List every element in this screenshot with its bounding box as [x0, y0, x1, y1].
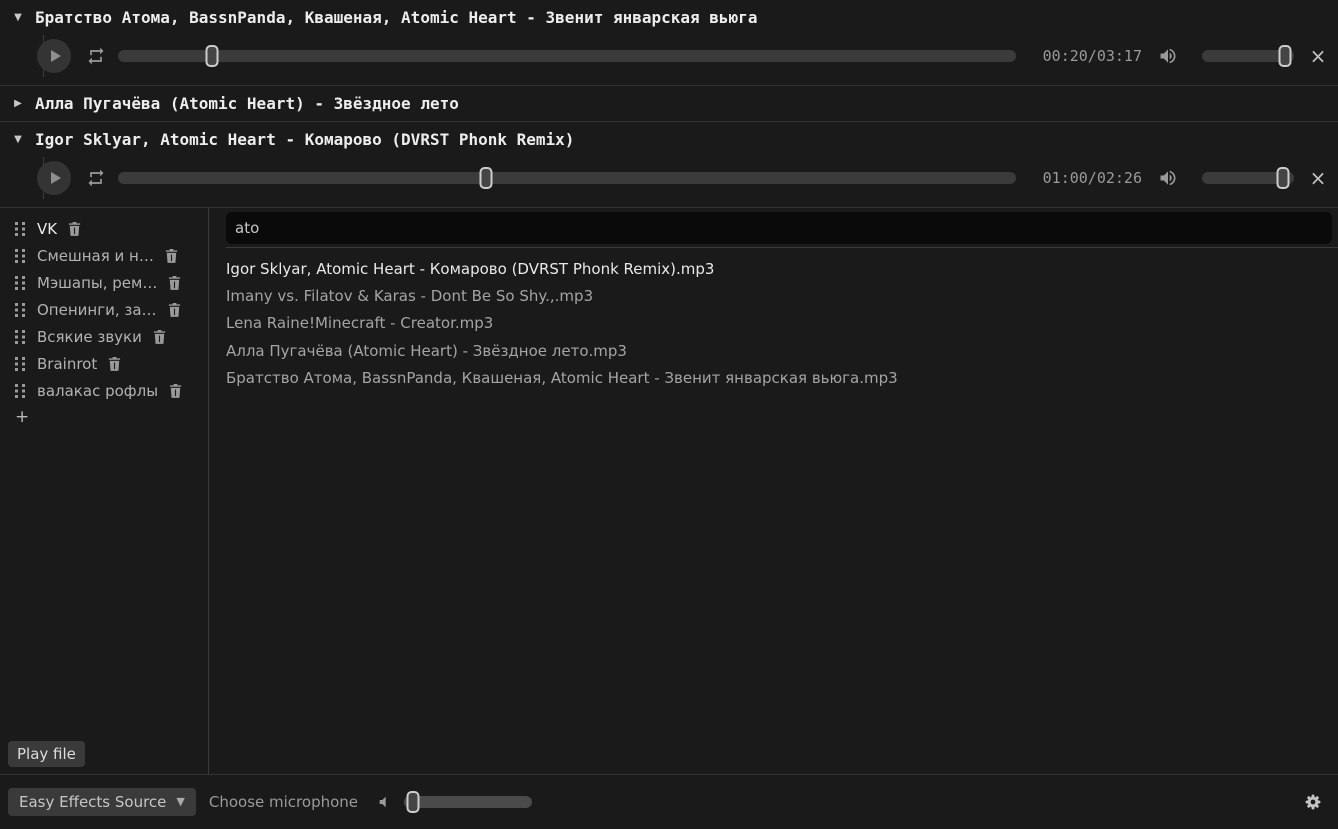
player-track-1: ▼ Братство Атома, BassnPanda, Квашеная, … [0, 0, 1338, 86]
trash-icon[interactable] [107, 356, 122, 372]
track-title: Igor Sklyar, Atomic Heart - Комарово (DV… [35, 130, 574, 149]
volume-icon[interactable] [1158, 168, 1178, 188]
track-header[interactable]: ▶ Алла Пугачёва (Atomic Heart) - Звёздно… [0, 86, 1338, 121]
speaker-muted-icon[interactable] [375, 794, 391, 810]
playlist-sidebar: VK Смешная и н… Мэшапы, рем… [0, 208, 209, 774]
sidebar-spacer [0, 430, 208, 741]
drag-handle-icon[interactable] [15, 222, 26, 236]
trash-icon[interactable] [167, 275, 182, 291]
file-item[interactable]: Igor Sklyar, Atomic Heart - Комарово (DV… [226, 255, 1332, 282]
sidebar-item-smeshnaya[interactable]: Смешная и н… [0, 242, 208, 269]
playlist-label: Мэшапы, рем… [37, 274, 157, 292]
play-icon [51, 50, 61, 62]
collapse-icon[interactable]: ▼ [10, 12, 26, 23]
playlist-label: Опенинги, за… [37, 301, 157, 319]
play-file-button[interactable]: Play file [8, 741, 85, 767]
playlist-label: Brainrot [37, 355, 97, 373]
volume-slider-handle[interactable] [1276, 167, 1289, 189]
drag-handle-icon[interactable] [15, 276, 26, 290]
mic-volume-handle[interactable] [406, 791, 419, 813]
gear-icon[interactable] [1304, 793, 1322, 811]
close-icon[interactable]: × [1307, 46, 1329, 66]
chevron-down-icon: ▼ [176, 795, 184, 808]
volume-slider-handle[interactable] [1278, 45, 1291, 67]
track-title: Братство Атома, BassnPanda, Квашеная, At… [35, 8, 757, 27]
player-controls: 01:00/02:26 × [0, 157, 1338, 199]
progress-slider-handle[interactable] [480, 167, 493, 189]
player-track-3: ▼ Igor Sklyar, Atomic Heart - Комарово (… [0, 122, 1338, 208]
bottom-bar: Easy Effects Source ▼ Choose microphone [0, 775, 1338, 828]
time-display: 00:20/03:17 [1028, 47, 1142, 65]
file-item[interactable]: Братство Атома, BassnPanda, Квашеная, At… [226, 365, 1332, 392]
close-icon[interactable]: × [1307, 168, 1329, 188]
time-display: 01:00/02:26 [1028, 169, 1142, 187]
collapse-icon[interactable]: ▼ [10, 134, 26, 145]
drag-handle-icon[interactable] [15, 330, 26, 344]
add-playlist-button[interactable]: + [0, 404, 208, 430]
drag-handle-icon[interactable] [15, 249, 26, 263]
track-header[interactable]: ▼ Igor Sklyar, Atomic Heart - Комарово (… [0, 122, 1338, 157]
volume-icon[interactable] [1158, 46, 1178, 66]
file-list: Igor Sklyar, Atomic Heart - Комарово (DV… [226, 255, 1332, 392]
playlist-label: VK [37, 220, 57, 238]
plus-icon: + [15, 407, 29, 427]
repeat-icon[interactable] [86, 168, 106, 188]
volume-slider[interactable] [1202, 50, 1294, 62]
trash-icon[interactable] [152, 329, 167, 345]
file-panel: Igor Sklyar, Atomic Heart - Комарово (DV… [209, 208, 1338, 774]
drag-handle-icon[interactable] [15, 357, 26, 371]
player-track-2: ▶ Алла Пугачёва (Atomic Heart) - Звёздно… [0, 86, 1338, 122]
source-selector[interactable]: Easy Effects Source ▼ [8, 788, 196, 816]
play-icon [51, 172, 61, 184]
player-stack: ▼ Братство Атома, BassnPanda, Квашеная, … [0, 0, 1338, 208]
source-selector-label: Easy Effects Source [19, 793, 166, 811]
sidebar-item-mashups[interactable]: Мэшапы, рем… [0, 269, 208, 296]
sidebar-item-valakas[interactable]: валакас рофлы [0, 377, 208, 404]
drag-handle-icon[interactable] [15, 303, 26, 317]
drag-handle-icon[interactable] [15, 384, 26, 398]
search-input[interactable] [226, 212, 1332, 244]
play-button[interactable] [37, 39, 71, 73]
playlist-label: валакас рофлы [37, 382, 158, 400]
play-button[interactable] [37, 161, 71, 195]
file-item[interactable]: Imany vs. Filatov & Karas - Dont Be So S… [226, 282, 1332, 309]
file-item[interactable]: Lena Raine!Minecraft - Creator.mp3 [226, 310, 1332, 337]
mic-volume-slider[interactable] [404, 796, 532, 808]
trash-icon[interactable] [67, 221, 82, 237]
volume-slider[interactable] [1202, 172, 1294, 184]
sidebar-item-sounds[interactable]: Всякие звуки [0, 323, 208, 350]
sidebar-item-vk[interactable]: VK [0, 215, 208, 242]
content-area: VK Смешная и н… Мэшапы, рем… [0, 208, 1338, 775]
playlist-label: Всякие звуки [37, 328, 142, 346]
sidebar-item-openings[interactable]: Опенинги, за… [0, 296, 208, 323]
choose-microphone-label: Choose microphone [209, 793, 358, 811]
progress-slider[interactable] [118, 172, 1016, 184]
sidebar-item-brainrot[interactable]: Brainrot [0, 350, 208, 377]
trash-icon[interactable] [164, 248, 179, 264]
track-header[interactable]: ▼ Братство Атома, BassnPanda, Квашеная, … [0, 0, 1338, 35]
track-title: Алла Пугачёва (Atomic Heart) - Звёздное … [35, 94, 459, 113]
progress-slider[interactable] [118, 50, 1016, 62]
search-underline [226, 247, 1338, 248]
repeat-icon[interactable] [86, 46, 106, 66]
trash-icon[interactable] [167, 302, 182, 318]
playlist-label: Смешная и н… [37, 247, 154, 265]
progress-slider-handle[interactable] [206, 45, 219, 67]
player-controls: 00:20/03:17 × [0, 35, 1338, 77]
trash-icon[interactable] [168, 383, 183, 399]
expand-icon[interactable]: ▶ [10, 98, 26, 109]
file-item[interactable]: Алла Пугачёва (Atomic Heart) - Звёздное … [226, 337, 1332, 364]
